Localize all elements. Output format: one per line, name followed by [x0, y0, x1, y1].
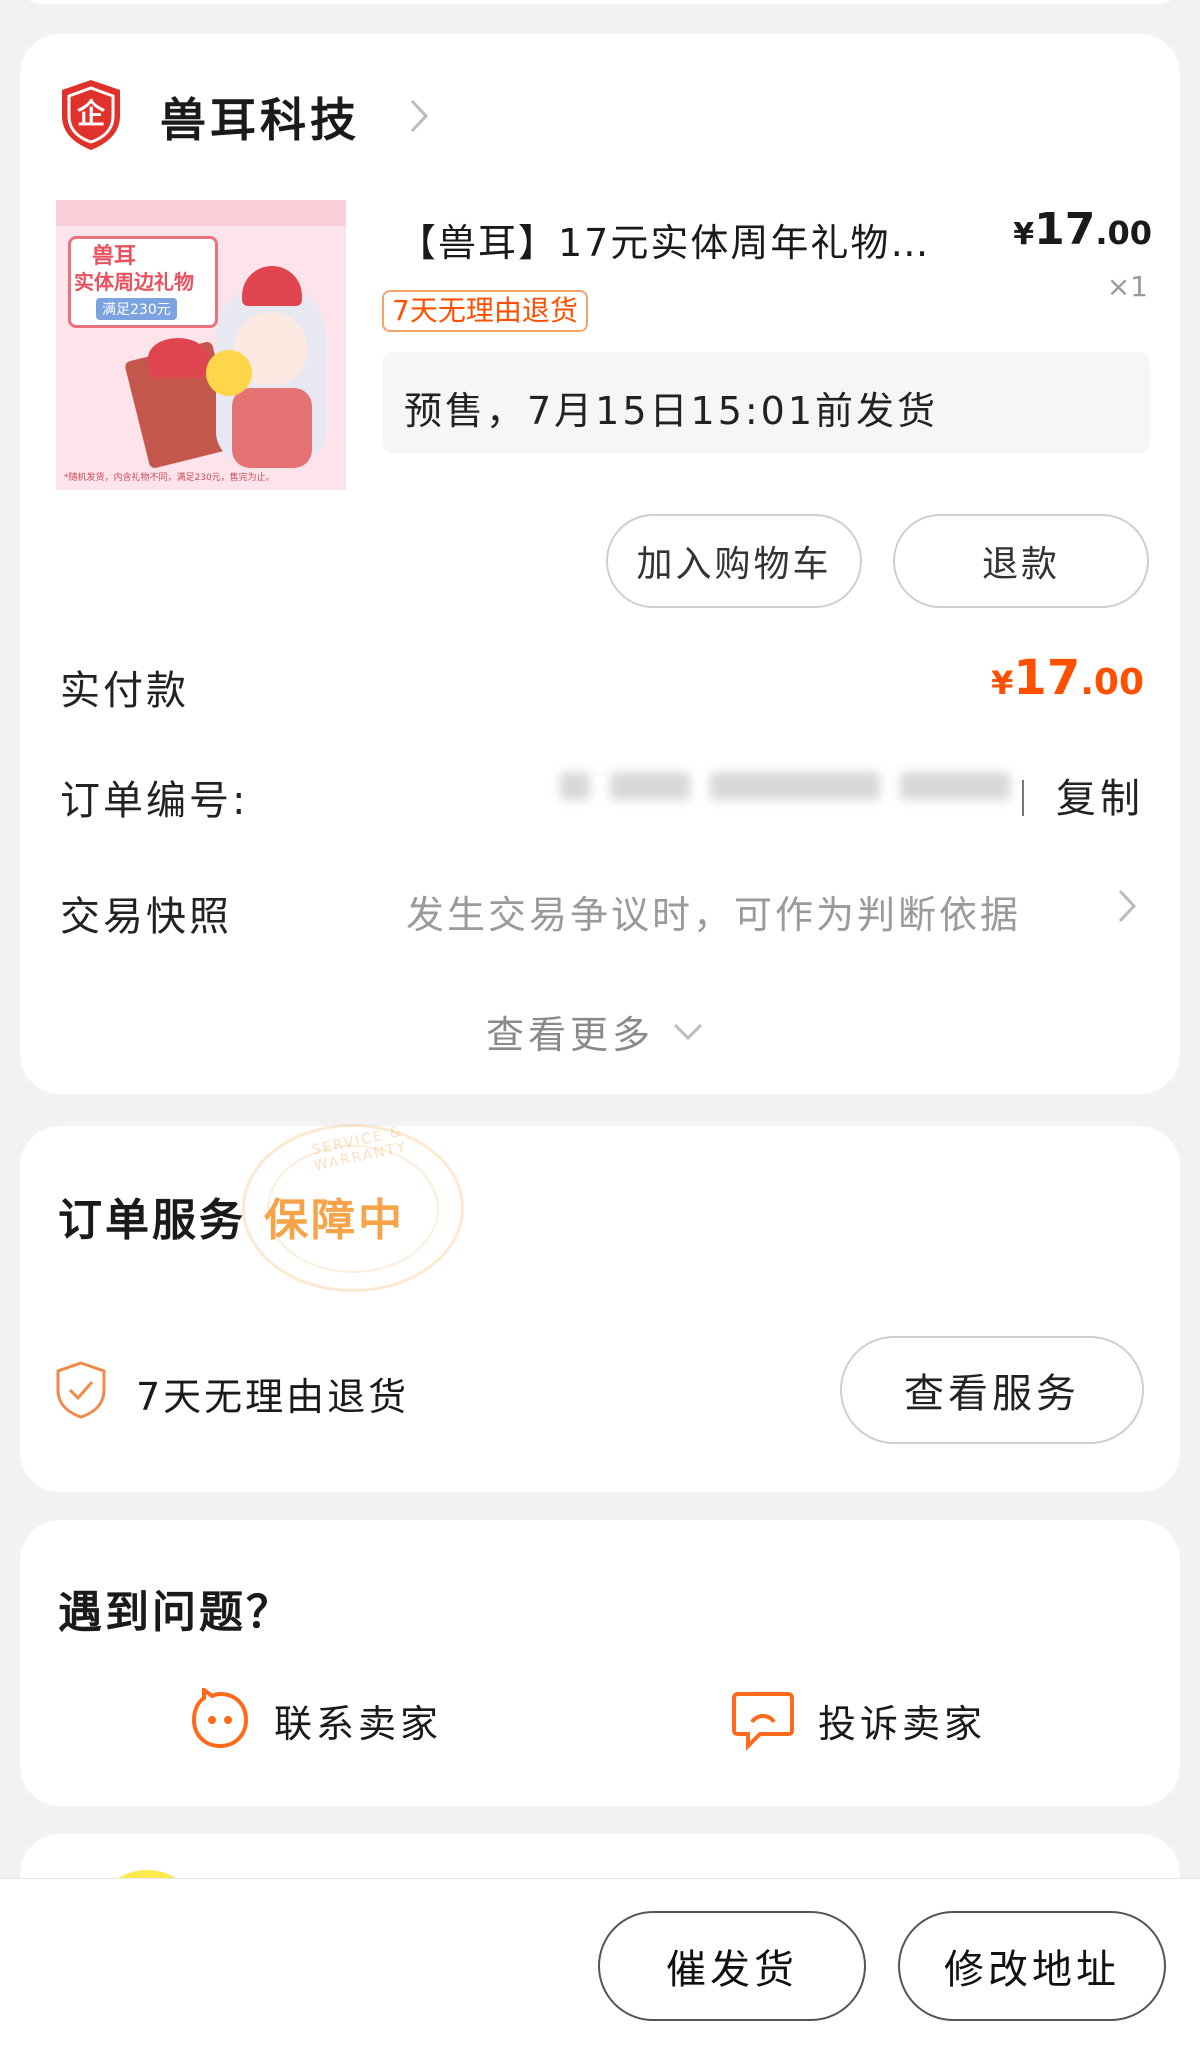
help-card: 遇到问题？ 联系卖家 投诉卖家	[20, 1520, 1180, 1806]
modify-address-button[interactable]: 修改地址	[898, 1911, 1166, 2021]
add-to-cart-button[interactable]: 加入购物车	[606, 514, 862, 608]
store-name[interactable]: 兽耳科技	[160, 84, 360, 150]
contact-seller-label: 联系卖家	[274, 1701, 443, 1746]
return-policy-tag: 7天无理由退货	[382, 290, 588, 332]
order-number-label: 订单编号:	[60, 778, 249, 824]
paid-label: 实付款	[60, 668, 189, 714]
chevron-down-icon	[672, 1022, 704, 1042]
gift-ribbon	[148, 338, 208, 378]
copy-divider	[1022, 780, 1024, 816]
shield-check-icon	[54, 1360, 108, 1420]
service-card: SERVICE & WARRANTY 订单服务 保障中 7天无理由退货 查看服务	[20, 1124, 1180, 1492]
snapshot-hint[interactable]: 发生交易争议时，可作为判断依据	[406, 884, 1021, 939]
enterprise-shield-icon: 企	[58, 78, 124, 152]
coin-sticker	[206, 350, 252, 396]
character-dress	[232, 388, 312, 468]
redacted-segment	[610, 772, 690, 800]
complain-seller-button[interactable]: 投诉卖家	[730, 1688, 986, 1752]
character-bow	[242, 266, 302, 306]
image-line3: 满足230元	[96, 298, 177, 320]
view-more-button[interactable]: 查看更多	[486, 1004, 704, 1059]
service-item: 7天无理由退货	[136, 1375, 410, 1419]
help-title: 遇到问题？	[58, 1587, 293, 1638]
paid-symbol: ¥	[991, 664, 1014, 702]
product-price: ¥17.00	[1013, 204, 1152, 255]
product-title[interactable]: 【兽耳】17元实体周年礼物…	[398, 212, 998, 267]
redacted-segment	[710, 772, 880, 800]
view-more-label: 查看更多	[486, 1013, 655, 1057]
chevron-right-icon[interactable]	[408, 98, 430, 134]
service-status: 保障中	[264, 1195, 405, 1246]
product-quantity: ×1	[1106, 270, 1148, 303]
redacted-segment	[560, 772, 590, 800]
paid-integer: 17	[1013, 650, 1081, 706]
complain-seller-label: 投诉卖家	[818, 1701, 987, 1746]
order-card: 企 兽耳科技 兽耳 实体周边礼物 满足230元 *随机发货，内含礼物不同，满足2…	[20, 34, 1180, 1094]
complaint-bubble-icon	[730, 1688, 796, 1752]
paid-decimal: .00	[1080, 662, 1144, 703]
chevron-right-icon[interactable]	[1116, 888, 1138, 924]
image-line2: 实体周边礼物	[74, 270, 194, 294]
product-image[interactable]: 兽耳 实体周边礼物 满足230元 *随机发货，内含礼物不同，满足230元，售完为…	[56, 200, 346, 490]
add-to-cart-label: 加入购物车	[636, 544, 832, 585]
view-service-label: 查看服务	[904, 1371, 1080, 1417]
service-title: 订单服务	[58, 1195, 246, 1246]
chat-face-icon	[188, 1688, 252, 1752]
shipping-note: 预售，7月15日15:01前发货	[404, 389, 939, 433]
image-top-band	[56, 200, 346, 226]
view-service-button[interactable]: 查看服务	[840, 1336, 1144, 1444]
refund-button[interactable]: 退款	[893, 514, 1149, 608]
previous-card	[20, 0, 1180, 4]
redacted-segment	[900, 772, 1010, 800]
modify-address-label: 修改地址	[944, 1947, 1120, 1993]
paid-amount: ¥17.00	[991, 650, 1144, 706]
urge-shipping-button[interactable]: 催发货	[598, 1911, 866, 2021]
price-symbol: ¥	[1013, 217, 1035, 252]
copy-button[interactable]: 复制	[1056, 766, 1144, 824]
price-integer: 17	[1034, 204, 1096, 255]
urge-shipping-label: 催发货	[666, 1947, 798, 1993]
contact-seller-button[interactable]: 联系卖家	[188, 1688, 442, 1752]
enterprise-badge-text: 企	[76, 97, 105, 130]
refund-label: 退款	[981, 544, 1060, 585]
image-small-text: *随机发货，内含礼物不同，满足230元，售完为止。	[64, 473, 275, 483]
order-number-redacted	[560, 756, 1030, 816]
bottom-bar: 催发货 修改地址	[0, 1878, 1200, 2057]
snapshot-label[interactable]: 交易快照	[60, 884, 232, 942]
price-decimal: .00	[1095, 214, 1152, 252]
shipping-note-box: 预售，7月15日15:01前发货	[382, 352, 1150, 454]
